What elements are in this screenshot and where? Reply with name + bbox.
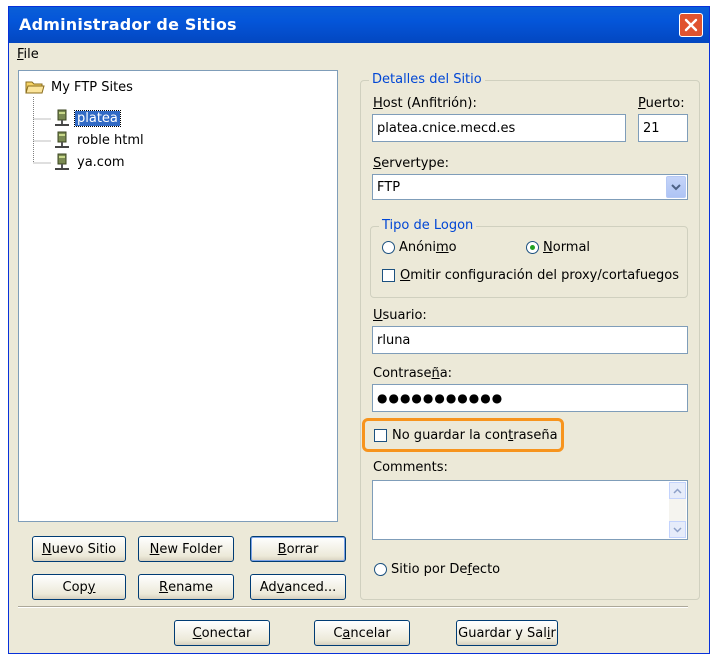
comments-label: Comments: [373, 460, 448, 475]
comments-scrollbar[interactable] [669, 482, 686, 538]
new-site-button[interactable]: Nuevo Sitio [32, 536, 126, 562]
ftp-server-icon [55, 153, 69, 170]
advanced-button[interactable]: Ad v anced... [250, 574, 346, 600]
close-icon [684, 18, 698, 32]
tree-item-label: roble html [77, 132, 144, 148]
tree-item-label: ya.com [77, 154, 125, 170]
scroll-down-button[interactable] [669, 521, 686, 538]
radio-circle [374, 563, 387, 576]
tree-root-label: My FTP Sites [51, 79, 133, 95]
ftp-server-icon [55, 109, 69, 126]
cancel-button[interactable]: Ca ncelar [314, 620, 410, 646]
chevron-up-icon [673, 487, 682, 494]
servertype-select[interactable]: FTP [372, 174, 688, 200]
dont-save-password-checkbox[interactable]: No guardar la con t raseña [374, 428, 558, 443]
checkbox-box [374, 429, 387, 442]
normal-radio[interactable]: Normal [526, 240, 590, 255]
tree-root[interactable]: My FTP Sites [25, 79, 133, 95]
tree-item-platea[interactable]: platea [53, 109, 121, 127]
anonymous-radio[interactable]: Anóni m o [382, 240, 457, 255]
user-input[interactable]: rluna [372, 326, 688, 354]
radio-circle-checked [526, 241, 539, 254]
host-label: Host (Anfitrión): [373, 96, 477, 111]
default-site-radio[interactable]: Sitio por De f ecto [374, 562, 500, 577]
port-input[interactable]: 21 [638, 114, 688, 142]
host-input[interactable]: platea.cnice.mecd.es [372, 114, 626, 142]
scroll-up-button[interactable] [669, 482, 686, 499]
tree-item-ya-com[interactable]: ya.com [53, 153, 127, 171]
delete-button[interactable]: Borrar [250, 536, 346, 562]
servertype-label: Servertype: [373, 156, 450, 171]
folder-open-icon [25, 81, 45, 94]
copy-button[interactable]: Cop y [32, 574, 126, 600]
site-details-legend: Detalles del Sitio [369, 72, 485, 87]
connect-button[interactable]: Conectar [174, 620, 270, 646]
window-title: Administrador de Sitios [19, 15, 237, 34]
tree-item-roble-html[interactable]: roble html [53, 131, 146, 149]
ftp-server-icon [55, 131, 69, 148]
menu-bar: File [9, 43, 709, 65]
tree-item-label: platea [74, 109, 121, 127]
logon-type-group: Tipo de Logon [370, 218, 688, 298]
user-label: Usuario: [373, 308, 427, 323]
dropdown-arrow[interactable] [666, 176, 686, 198]
tree-connector-lines [33, 97, 51, 164]
title-bar[interactable]: Administrador de Sitios [9, 7, 709, 43]
omit-proxy-checkbox[interactable]: Omitir configuración del proxy/cortafueg… [382, 268, 679, 283]
checkbox-box [382, 269, 395, 282]
close-button[interactable] [679, 13, 703, 37]
comments-textarea[interactable] [372, 480, 688, 540]
chevron-down-icon [673, 526, 682, 533]
menu-file[interactable]: File [17, 47, 39, 62]
chevron-down-icon [671, 184, 681, 191]
site-tree[interactable]: My FTP Sites platea roble html ya.com [18, 70, 338, 522]
radio-circle [382, 241, 395, 254]
separator [18, 606, 688, 608]
port-label: Puerto: [638, 96, 685, 111]
password-input[interactable]: ●●●●●●●●●●● [372, 384, 688, 412]
new-folder-button[interactable]: New Folder [138, 536, 234, 562]
logon-type-legend: Tipo de Logon [379, 218, 477, 233]
save-and-exit-button[interactable]: Guardar y Sal i r [456, 620, 558, 646]
password-label: Contraseña: [373, 366, 453, 381]
rename-button[interactable]: Rename [138, 574, 234, 600]
